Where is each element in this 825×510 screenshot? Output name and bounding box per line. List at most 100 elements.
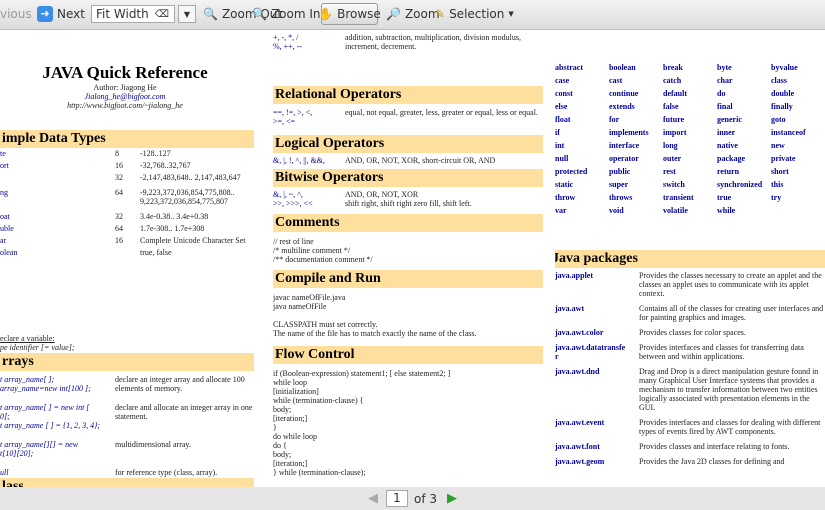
table-row: abstract boolean break byte byvalue xyxy=(555,63,825,76)
type-range: -2,147,483,648.. 2,147,483,647 xyxy=(140,173,241,182)
relational-table: ==, !=, >, <, >=, <= equal, not equal, gr… xyxy=(273,108,543,126)
keyword: do xyxy=(717,89,726,98)
array-desc: declare and allocate an integer array in… xyxy=(115,403,253,421)
column-middle: +, -, *, / %, ++, -- addition, subtractio… xyxy=(273,30,543,487)
table-row: java.awt.event Provides interfaces and cl… xyxy=(555,418,825,442)
keyword: void xyxy=(609,206,624,215)
browse-label: Browse xyxy=(337,7,381,21)
package-name: java.awt.dnd xyxy=(555,367,600,376)
package-desc: Provides classes and interface relating … xyxy=(639,442,790,451)
keyword: new xyxy=(771,141,785,150)
type-bits: 16 xyxy=(115,236,123,245)
fit-dropdown-button[interactable]: ▼ xyxy=(178,5,196,23)
type-bits: 16 xyxy=(115,161,123,170)
keyword: continue xyxy=(609,89,639,98)
next-label: Next xyxy=(57,7,85,21)
selection-icon: ✎ xyxy=(435,7,446,21)
table-row: t array_name[ ]; array_name=new int[100 … xyxy=(0,375,258,393)
bitwise-header: Bitwise Operators xyxy=(273,169,543,187)
keyword: volatile xyxy=(663,206,688,215)
table-row: protected public rest return short xyxy=(555,167,825,180)
type-bits: 64 xyxy=(115,224,123,233)
pager-bar: ◀ 1 of 3 ▶ xyxy=(0,487,825,510)
keyword: class xyxy=(771,76,787,85)
table-row: int interface long native new xyxy=(555,141,825,154)
fit-width-select[interactable]: Fit Width ⌫ xyxy=(91,5,175,23)
keyword: goto xyxy=(771,115,786,124)
table-row: ull for reference type (class, array). xyxy=(0,458,258,477)
next-arrow-icon: ➜ xyxy=(37,6,53,22)
title-block: JAVA Quick Reference Author: Jiagong He … xyxy=(0,63,250,110)
table-row: t array_name[ ] = new int [ 0]; t array_… xyxy=(0,393,258,430)
type-bits xyxy=(115,245,140,257)
keyword: extends xyxy=(609,102,635,111)
zoom-tool-icon: 🔎 xyxy=(386,7,401,21)
comments-header: Comments xyxy=(273,214,543,232)
table-row: uble 64 1.7e-308.. 1.7e+308 xyxy=(0,221,258,233)
package-name: java.awt.color xyxy=(555,328,604,337)
zoom-tool-button[interactable]: 🔎 Zoom xyxy=(386,4,440,24)
hand-icon: ✋ xyxy=(318,7,334,21)
array-desc: multidimensional array. xyxy=(115,440,191,449)
keyword: this xyxy=(771,180,784,189)
page-count: of 3 xyxy=(414,492,438,506)
package-desc: Provides classes for color spaces. xyxy=(639,328,746,337)
keyword: cast xyxy=(609,76,623,85)
declare-variable-syntax: pe identifier [= value]; xyxy=(0,343,75,352)
type-bits: 32 xyxy=(115,173,123,182)
keyword: finally xyxy=(771,102,793,111)
zoom-in-label: Zoom In xyxy=(270,7,321,21)
prev-page-icon[interactable]: ◀ xyxy=(368,491,378,506)
keyword: if xyxy=(555,128,560,137)
next-page-icon[interactable]: ▶ xyxy=(447,491,457,506)
package-name: java.awt.geom xyxy=(555,457,605,466)
table-row: ar 16 Complete Unicode Character Set xyxy=(0,233,258,245)
arith-symbols: +, -, *, / %, ++, -- xyxy=(273,33,303,51)
package-desc: Provides the classes necessary to create… xyxy=(639,271,822,298)
document-title: JAVA Quick Reference xyxy=(42,63,208,82)
type-name: ar xyxy=(0,236,7,245)
keyword: int xyxy=(555,141,565,150)
type-name: oat xyxy=(0,212,10,221)
chevron-down-icon: ▼ xyxy=(508,10,514,18)
table-row: var void volatile while xyxy=(555,206,825,219)
simple-types-table: te 8 -128..127 ort 16 -32,768..32,767 32 -2,147… xyxy=(0,146,258,257)
author-email: Jialong_he@bigfoot.com xyxy=(84,92,166,101)
table-row: ort 16 -32,768..32,767 xyxy=(0,158,258,170)
previous-button[interactable]: vious xyxy=(0,4,32,24)
table-row: float for future generic goto xyxy=(555,115,825,128)
logical-table: &, |, !, ^, ||, &&, AND, OR, NOT, XOR, sh… xyxy=(273,156,543,165)
keyword: interface xyxy=(609,141,640,150)
next-button[interactable]: ➜ Next xyxy=(37,4,85,24)
keyword: long xyxy=(663,141,678,150)
compile-text: javac nameOfFile.java java nameOfFile CL… xyxy=(273,293,477,338)
table-row: t array_name[][] = new t[10][20]; multidi… xyxy=(0,430,258,458)
type-range: 1.7e-308.. 1.7e+308 xyxy=(140,224,205,233)
package-name: java.awt xyxy=(555,304,585,313)
array-code: t array_name[][] = new t[10][20]; xyxy=(0,440,79,458)
bitwise-desc: AND, OR, NOT, XOR shift right, shift rig… xyxy=(345,190,472,208)
array-code: t array_name[ ] = new int [ 0]; t array_… xyxy=(0,403,101,430)
table-row: java.applet Provides the classes necessar… xyxy=(555,271,825,304)
relational-desc: equal, not equal, greater, less, greater… xyxy=(345,108,538,117)
document-page: JAVA Quick Reference Author: Jiagong He … xyxy=(0,30,825,487)
keyword: outer xyxy=(663,154,682,163)
package-desc: Provides interfaces and classes for deal… xyxy=(639,418,821,436)
column-right: abstract boolean break byte byvalue case cast c… xyxy=(555,30,825,487)
browse-button[interactable]: ✋ Browse xyxy=(318,3,381,25)
class-header: lass xyxy=(0,478,254,487)
arith-table: +, -, *, / %, ++, -- addition, subtractio… xyxy=(273,33,543,51)
keyword: false xyxy=(663,102,679,111)
column-left: JAVA Quick Reference Author: Jiagong He … xyxy=(0,30,260,487)
keyword: import xyxy=(663,128,687,137)
table-row: null operator outer package private xyxy=(555,154,825,167)
selection-tool-button[interactable]: ✎ Selection ▼ xyxy=(435,4,514,24)
zoom-in-button[interactable]: 🔍 Zoom In xyxy=(252,4,321,24)
keyword: boolean xyxy=(609,63,636,72)
keyword: generic xyxy=(717,115,742,124)
keyword: synchronized xyxy=(717,180,763,189)
flow-control-header: Flow Control xyxy=(273,346,543,364)
keyword: byvalue xyxy=(771,63,798,72)
table-row: 32 -2,147,483,648.. 2,147,483,647 xyxy=(0,170,258,182)
page-number-input[interactable]: 1 xyxy=(386,490,408,507)
